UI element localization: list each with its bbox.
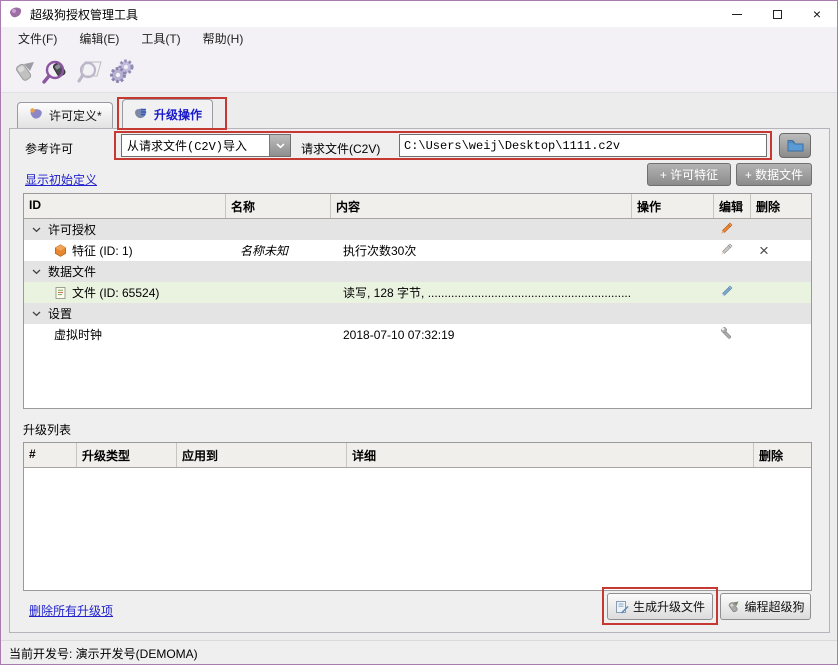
menu-edit[interactable]: 编辑(E) <box>68 27 130 51</box>
license-tab-icon <box>28 107 44 125</box>
upgrade-tab-icon <box>133 106 149 124</box>
window-title: 超级狗授权管理工具 <box>30 6 138 23</box>
file-icon <box>54 286 67 300</box>
column-header-apply-to: 应用到 <box>177 443 347 467</box>
feature-icon <box>54 244 67 257</box>
virtual-clock-id: 虚拟时钟 <box>54 326 102 343</box>
feature-name: 名称未知 <box>226 240 331 261</box>
program-superdog-button[interactable]: 编程超级狗 <box>720 593 811 620</box>
app-icon <box>8 5 24 24</box>
table-row-data-file[interactable]: 文件 (ID: 65524) 读写, 128 字节, .............… <box>24 282 811 303</box>
tab-license-definition[interactable]: 许可定义* <box>17 102 113 128</box>
program-dongle-icon[interactable] <box>7 55 40 89</box>
column-header-delete: 删除 <box>751 194 811 218</box>
generate-button-label: 生成升级文件 <box>633 598 705 615</box>
wrench-icon[interactable] <box>720 326 734 343</box>
minimize-button[interactable] <box>717 1 757 27</box>
maximize-icon <box>773 10 782 19</box>
generate-upgrade-file-button[interactable]: 生成升级文件 <box>607 593 713 620</box>
menu-bar: 文件(F) 编辑(E) 工具(T) 帮助(H) <box>1 27 837 51</box>
file-id: 文件 (ID: 65524) <box>72 284 159 301</box>
column-header-edit: 编辑 <box>714 194 751 218</box>
chevron-expand-icon[interactable] <box>32 311 41 317</box>
feature-content: 执行次数30次 <box>331 240 632 261</box>
c2v-file-path-input[interactable] <box>399 134 767 157</box>
column-header-number: # <box>24 443 77 467</box>
status-bar: 当前开发号: 演示开发号(DEMOMA) <box>1 640 837 665</box>
browse-button[interactable] <box>779 133 811 158</box>
combobox-value: 从请求文件(C2V)导入 <box>122 137 269 154</box>
group-label: 数据文件 <box>48 263 96 280</box>
table-row-data-files-group[interactable]: 数据文件 <box>24 261 811 282</box>
reference-source-combobox[interactable]: 从请求文件(C2V)导入 <box>121 134 291 157</box>
dongle-icon <box>726 600 740 614</box>
menu-tools[interactable]: 工具(T) <box>130 27 191 51</box>
virtual-clock-content: 2018-07-10 07:32:19 <box>331 324 632 345</box>
upgrade-list-title: 升级列表 <box>23 421 71 438</box>
add-license-feature-button[interactable]: + 许可特征 <box>647 163 731 186</box>
program-button-label: 编程超级狗 <box>744 598 804 615</box>
maximize-button[interactable] <box>757 1 797 27</box>
feature-id: 特征 (ID: 1) <box>72 242 133 259</box>
upgrade-list-table: # 升级类型 应用到 详细 删除 <box>23 442 812 591</box>
add-data-file-button[interactable]: + 数据文件 <box>736 163 812 186</box>
edit-pencil-gray-icon[interactable] <box>720 243 733 259</box>
edit-pencil-orange-icon[interactable] <box>720 222 733 238</box>
close-button[interactable]: × <box>797 1 837 27</box>
search-license-icon[interactable] <box>40 55 73 89</box>
app-window: 超级狗授权管理工具 × 文件(F) 编辑(E) 工具(T) 帮助(H) <box>0 0 838 665</box>
license-table: ID 名称 内容 操作 编辑 删除 许可授权 <box>23 193 812 409</box>
toolbar <box>1 51 837 93</box>
folder-icon <box>787 139 804 152</box>
column-header-delete: 删除 <box>754 443 811 467</box>
column-header-detail: 详细 <box>347 443 754 467</box>
generate-file-icon <box>615 600 629 614</box>
column-header-name: 名称 <box>226 194 331 218</box>
table-row-virtual-clock[interactable]: 虚拟时钟 2018-07-10 07:32:19 <box>24 324 811 345</box>
current-vendor-text: 当前开发号: 演示开发号(DEMOMA) <box>9 645 198 662</box>
reference-license-label: 参考许可 <box>25 140 73 157</box>
license-table-header: ID 名称 内容 操作 编辑 删除 <box>24 194 811 219</box>
column-header-upgrade-type: 升级类型 <box>77 443 177 467</box>
menu-help[interactable]: 帮助(H) <box>192 27 255 51</box>
group-label: 许可授权 <box>48 221 96 238</box>
table-row-license-auth-group[interactable]: 许可授权 <box>24 219 811 240</box>
group-label: 设置 <box>48 305 72 322</box>
column-header-operation: 操作 <box>632 194 714 218</box>
edit-pencil-blue-icon[interactable] <box>720 285 733 301</box>
c2v-file-label: 请求文件(C2V) <box>301 140 380 157</box>
table-row-feature[interactable]: 特征 (ID: 1) 名称未知 执行次数30次 × <box>24 240 811 261</box>
close-icon: × <box>813 7 821 21</box>
table-row-settings-group[interactable]: 设置 <box>24 303 811 324</box>
column-header-id: ID <box>24 194 226 218</box>
tab-label: 许可定义* <box>49 107 102 124</box>
title-bar: 超级狗授权管理工具 × <box>1 1 837 27</box>
upgrade-list-header: # 升级类型 应用到 详细 删除 <box>24 443 811 468</box>
chevron-expand-icon[interactable] <box>32 227 41 233</box>
show-initial-definition-link[interactable]: 显示初始定义 <box>25 171 97 188</box>
minimize-icon <box>732 14 742 15</box>
settings-gears-icon[interactable] <box>106 55 139 89</box>
tab-upgrade-operations[interactable]: 升级操作 <box>122 99 213 129</box>
delete-x-icon[interactable]: × <box>759 242 769 259</box>
column-header-content: 内容 <box>331 194 632 218</box>
file-content: 读写, 128 字节, ............................… <box>331 282 632 303</box>
chevron-down-icon[interactable] <box>269 135 290 156</box>
menu-file[interactable]: 文件(F) <box>7 27 68 51</box>
search-file-icon[interactable] <box>73 55 106 89</box>
chevron-expand-icon[interactable] <box>32 269 41 275</box>
delete-all-upgrades-link[interactable]: 删除所有升级项 <box>29 602 113 619</box>
tab-label: 升级操作 <box>154 106 202 123</box>
